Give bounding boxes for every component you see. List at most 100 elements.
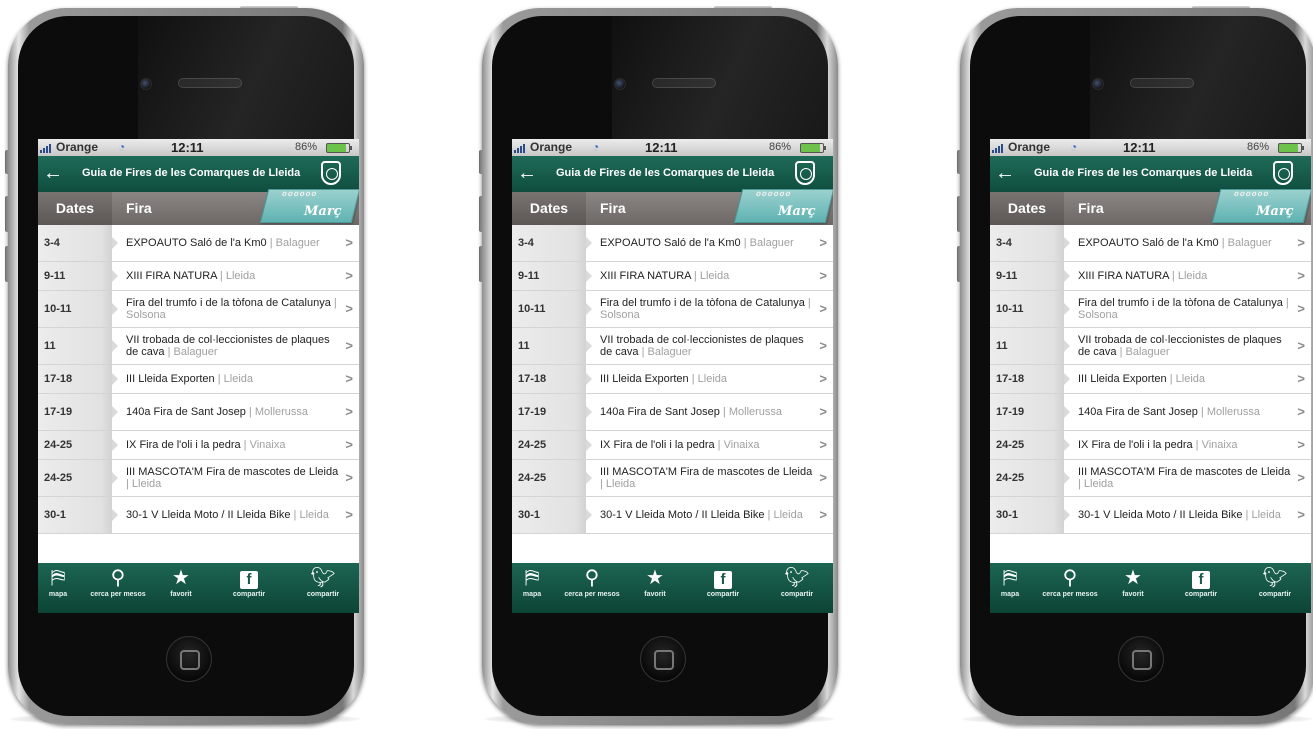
event-text: VII trobada de col·leccionistes de plaqu… [1078,328,1291,364]
tab-label: compartir [232,591,266,598]
list-header: Dates Fira oooooo Març [38,189,359,225]
app-screen: Orange ◔ 12:11 86% ← Guia de Fires de le… [512,139,833,613]
back-arrow-icon[interactable]: ← [517,163,537,183]
tab-bar: ⛿ mapa ⚲ cerca per mesos ★ favorit f compart… [38,563,359,613]
star-icon: ★ [1124,567,1142,589]
list-item[interactable]: 24-25 III MASCOTA'M Fira de mascotes de L… [512,460,833,497]
chevron-right-icon: > [1297,371,1305,386]
tab-label: favorit [1122,591,1144,598]
back-arrow-icon[interactable]: ← [43,163,63,183]
carrier-label: Orange [56,140,99,154]
list-item[interactable]: 24-25 III MASCOTA'M Fira de mascotes de L… [38,460,359,497]
list-item[interactable]: 3-4 EXPOAUTO Saló de l'a Km0 | Balaguer > [38,225,359,262]
list-item[interactable]: 9-11 XIII FIRA NATURA | Lleida > [512,262,833,291]
chevron-right-icon: > [345,371,353,386]
list-item[interactable]: 24-25 III MASCOTA'M Fira de mascotes de L… [990,460,1311,497]
twitter-icon: 🐦︎ [784,567,810,589]
event-separator: | [164,346,174,358]
list-item[interactable]: 30-1 30-1 V Lleida Moto / II Lleida Bike … [38,497,359,534]
list-item[interactable]: 9-11 XIII FIRA NATURA | Lleida > [990,262,1311,291]
list-item[interactable]: 11 VII trobada de col·leccionistes de pla… [38,328,359,365]
event-text: 140a Fira de Sant Josep | Mollerussa [1078,394,1291,430]
event-separator: | [214,373,224,385]
list-item[interactable]: 24-25 IX Fira de l'oli i la pedra | Vinai… [512,431,833,460]
event-location: Lleida [1177,270,1208,282]
event-name: Fira del trumfo i de la tòfona de Catalu… [126,297,331,309]
battery-icon [1278,143,1304,153]
event-text: EXPOAUTO Saló de l'a Km0 | Balaguer [1078,225,1291,261]
tab-favorite[interactable]: ★ favorit [630,565,680,611]
event-location: Lleida [131,478,162,490]
list-item[interactable]: 9-11 XIII FIRA NATURA | Lleida > [38,262,359,291]
tab-share-facebook[interactable]: f compartir [1168,565,1234,611]
list-item[interactable]: 24-25 IX Fira de l'oli i la pedra | Vinai… [990,431,1311,460]
earpiece-speaker [652,78,716,88]
tab-share-twitter[interactable]: 🐦︎ compartir [1240,565,1310,611]
tab-search[interactable]: ⚲ cerca per mesos [78,565,158,611]
event-location: Balaguer [749,237,794,249]
list-item[interactable]: 10-11 Fira del trumfo i de la tòfona de C… [512,291,833,328]
event-location: Lleida [299,509,329,521]
tab-search[interactable]: ⚲ cerca per mesos [1030,565,1110,611]
fira-column-header: Fira [1078,200,1104,216]
tab-share-facebook[interactable]: f compartir [216,565,282,611]
back-arrow-icon[interactable]: ← [995,163,1015,183]
event-date: 11 [512,328,592,364]
home-button[interactable] [640,636,686,682]
event-text: III Lleida Exporten | Lleida [126,365,339,393]
event-name: Fira del trumfo i de la tòfona de Catalu… [600,297,805,309]
list-item[interactable]: 17-19 140a Fira de Sant Josep | Molleruss… [990,394,1311,431]
event-text: Fira del trumfo i de la tòfona de Catalu… [600,291,813,327]
tab-map[interactable]: ⛿ mapa [512,565,552,611]
signal-icon [40,143,54,153]
event-name: XIII FIRA NATURA [126,270,217,282]
wifi-icon: ◔ [592,140,600,154]
chevron-right-icon: > [1297,507,1305,522]
event-text: VII trobada de col·leccionistes de plaqu… [126,328,339,364]
month-label: Març [1256,204,1294,219]
list-item[interactable]: 3-4 EXPOAUTO Saló de l'a Km0 | Balaguer > [512,225,833,262]
event-name: 140a Fira de Sant Josep [126,406,246,418]
home-button[interactable] [166,636,212,682]
tab-favorite[interactable]: ★ favorit [156,565,206,611]
list-item[interactable]: 3-4 EXPOAUTO Saló de l'a Km0 | Balaguer > [990,225,1311,262]
earpiece-speaker [178,78,242,88]
event-location: Lleida [225,270,256,282]
list-item[interactable]: 30-1 30-1 V Lleida Moto / II Lleida Bike … [990,497,1311,534]
list-item[interactable]: 10-11 Fira del trumfo i de la tòfona de C… [38,291,359,328]
fira-column-header: Fira [600,200,626,216]
event-date: 9-11 [38,262,118,290]
event-text: 30-1 V Lleida Moto / II Lleida Bike | Ll… [600,497,813,533]
page-title: Guia de Fires de les Comarques de Lleida [1034,167,1253,179]
tab-map[interactable]: ⛿ mapa [38,565,78,611]
list-item[interactable]: 30-1 30-1 V Lleida Moto / II Lleida Bike … [512,497,833,534]
chevron-right-icon: > [345,437,353,452]
nav-bar: ← Guia de Fires de les Comarques de Llei… [38,156,359,192]
chevron-right-icon: > [819,338,827,353]
list-item[interactable]: 11 VII trobada de col·leccionistes de pla… [512,328,833,365]
event-separator: | [1192,439,1202,451]
home-button[interactable] [1118,636,1164,682]
event-text: 30-1 V Lleida Moto / II Lleida Bike | Ll… [1078,497,1291,533]
list-item[interactable]: 17-18 III Lleida Exporten | Lleida > [990,365,1311,394]
list-item[interactable]: 24-25 IX Fira de l'oli i la pedra | Vinai… [38,431,359,460]
list-item[interactable]: 11 VII trobada de col·leccionistes de pla… [990,328,1311,365]
event-separator: | [719,406,729,418]
list-item[interactable]: 17-19 140a Fira de Sant Josep | Molleruss… [512,394,833,431]
list-item[interactable]: 17-18 III Lleida Exporten | Lleida > [512,365,833,394]
tab-search[interactable]: ⚲ cerca per mesos [552,565,632,611]
tab-map[interactable]: ⛿ mapa [990,565,1030,611]
event-location: Vinaixa [249,439,286,451]
tab-share-facebook[interactable]: f compartir [690,565,756,611]
list-item[interactable]: 10-11 Fira del trumfo i de la tòfona de C… [990,291,1311,328]
event-text: 30-1 V Lleida Moto / II Lleida Bike | Ll… [126,497,339,533]
tab-favorite[interactable]: ★ favorit [1108,565,1158,611]
list-item[interactable]: 17-19 140a Fira de Sant Josep | Molleruss… [38,394,359,431]
chevron-right-icon: > [345,507,353,522]
event-separator: | [245,406,255,418]
list-item[interactable]: 17-18 III Lleida Exporten | Lleida > [38,365,359,394]
tab-share-twitter[interactable]: 🐦︎ compartir [762,565,832,611]
tab-share-twitter[interactable]: 🐦︎ compartir [288,565,358,611]
home-square-icon [654,650,674,670]
tab-label: compartir [1184,591,1218,598]
